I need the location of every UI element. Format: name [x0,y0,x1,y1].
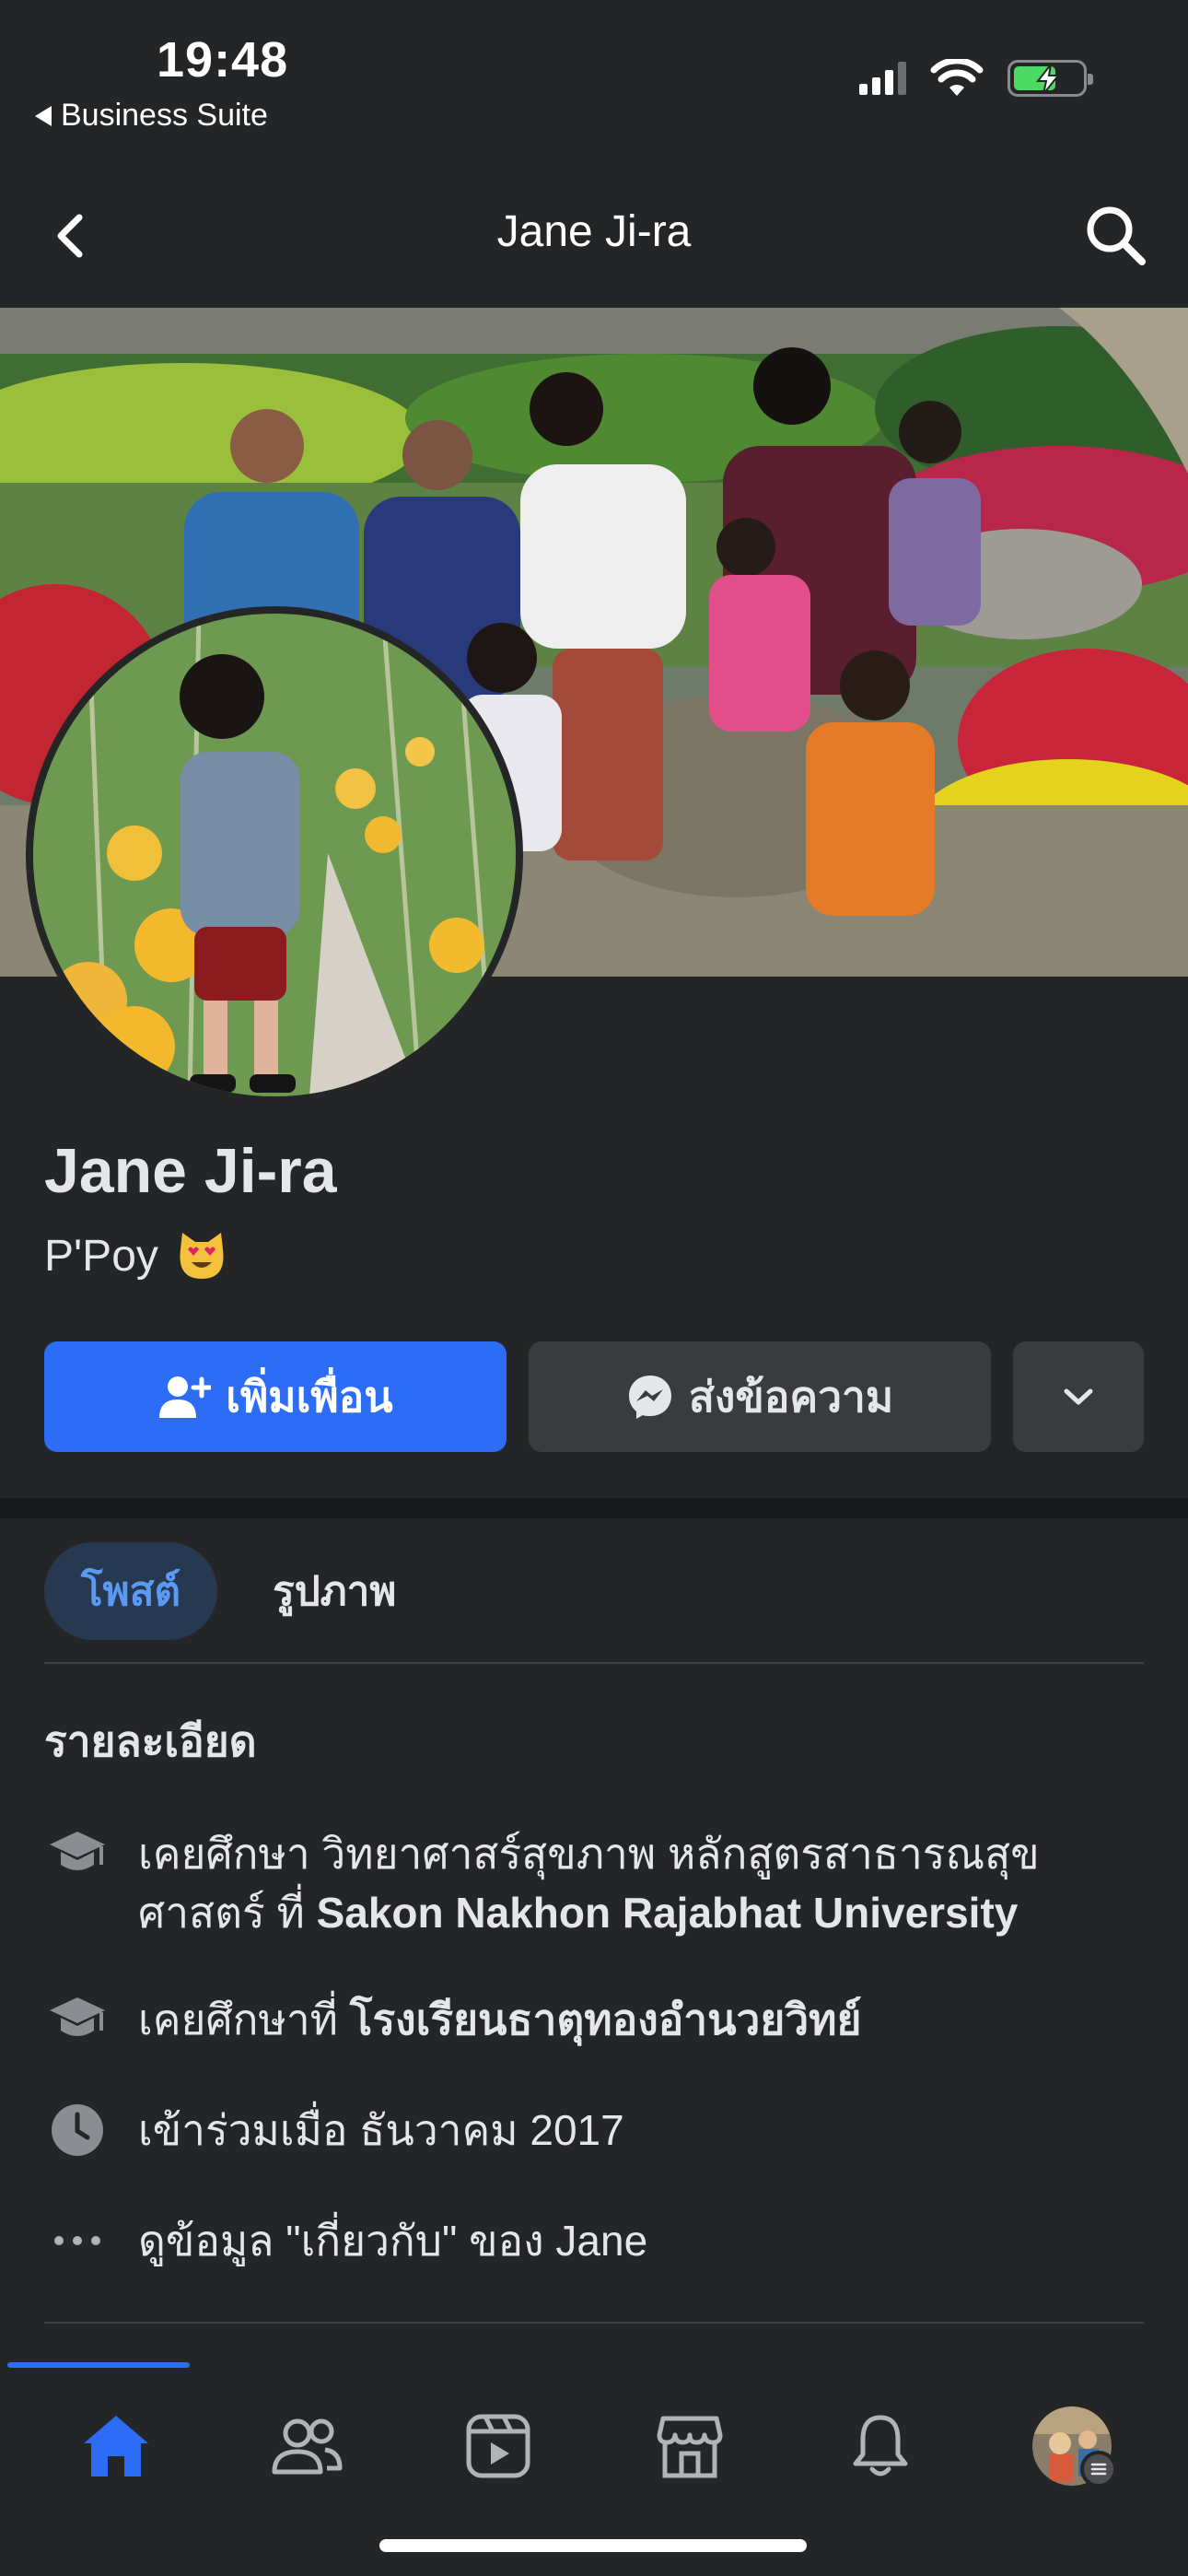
navigation-bar: Jane Ji-ra [0,175,1188,304]
tabs-divider [44,1662,1144,1664]
joined-detail: เข้าร่วมเมื่อ ธันวาคม 2017 [44,2101,1144,2160]
menu-badge-icon [1080,2451,1118,2488]
back-triangle-icon [35,105,52,126]
watch-tab[interactable] [448,2395,549,2497]
ellipsis-icon [44,2211,111,2270]
notifications-tab[interactable] [830,2395,931,2497]
education-detail-1-text: เคยศึกษา วิทยาศาสร์สุขภาพ หลักสูตรสาธารณ… [138,1824,1144,1942]
about-link-row[interactable]: ดูข้อมูล "เกี่ยวกับ" ของ Jane [44,2211,1144,2270]
section-divider [0,1498,1188,1518]
back-app-label: Business Suite [61,98,268,133]
add-friend-label: เพิ่มเพื่อน [226,1372,393,1421]
clock-icon [44,2101,111,2160]
nickname-text: P'Poy [44,1231,158,1281]
marketplace-tab[interactable] [639,2395,740,2497]
add-friend-icon [159,1376,212,1418]
cellular-signal-icon [859,62,906,95]
profile-picture[interactable] [33,614,516,1096]
profile-tabs: โพสต์ รูปภาพ [44,1542,414,1640]
education-detail-2: เคยศึกษาที่ โรงเรียนธาตุทองอำนวยวิทย์ [44,1990,1144,2049]
back-to-app-link[interactable]: Business Suite [35,98,268,134]
menu-tab[interactable] [1021,2395,1123,2497]
graduation-cap-icon [44,1824,111,1883]
home-icon [83,2416,148,2476]
more-options-button[interactable] [1013,1341,1144,1452]
education-1-school-link[interactable]: Sakon Nakhon Rajabhat University [317,1889,1019,1937]
education-2-school-link[interactable]: โรงเรียนธาตุทองอำนวยวิทย์ [350,1996,862,2043]
bell-icon [853,2415,908,2476]
send-message-button[interactable]: ส่งข้อความ [529,1341,991,1452]
education-detail-1: เคยศึกษา วิทยาศาสร์สุขภาพ หลักสูตรสาธารณ… [44,1824,1144,1942]
heart-eyes-cat-emoji-icon [180,1233,224,1279]
status-time: 19:48 [157,32,289,88]
add-friend-button[interactable]: เพิ่มเพื่อน [44,1341,507,1452]
graduation-cap-icon [44,1990,111,2049]
friends-tab[interactable] [256,2395,357,2497]
battery-charging-icon [1007,60,1093,97]
wifi-icon [930,59,984,96]
status-bar: 19:48 Business Suite [0,0,1188,138]
tab-photos[interactable]: รูปภาพ [254,1542,414,1640]
education-2-prefix: เคยศึกษาที่ [138,1996,350,2043]
search-icon[interactable] [1081,201,1149,269]
messenger-icon [628,1376,671,1419]
send-message-label: ส่งข้อความ [688,1372,894,1421]
tab-posts[interactable]: โพสต์ [44,1542,218,1640]
marketplace-icon [657,2416,723,2478]
video-icon [466,2414,530,2478]
page-title: Jane Ji-ra [496,207,692,256]
home-indicator[interactable] [379,2539,807,2552]
joined-text: เข้าร่วมเมื่อ ธันวาคม 2017 [138,2106,624,2154]
education-detail-2-text: เคยศึกษาที่ โรงเรียนธาตุทองอำนวยวิทย์ [138,1990,861,2049]
active-tab-indicator [7,2362,190,2368]
details-bottom-divider [44,2322,1144,2324]
status-icons [859,59,1093,98]
friends-icon [272,2418,343,2475]
profile-actions: เพิ่มเพื่อน ส่งข้อความ [44,1341,1144,1452]
profile-picture-frame[interactable] [26,606,523,1104]
home-tab[interactable] [65,2395,167,2497]
about-link-text[interactable]: ดูข้อมูล "เกี่ยวกับ" ของ Jane [138,2211,647,2270]
chevron-down-icon [1064,1388,1093,1405]
details-heading: รายละเอียด [44,1717,257,1765]
profile-name: Jane Ji-ra [44,1136,337,1206]
profile-nickname: P'Poy [44,1229,228,1282]
